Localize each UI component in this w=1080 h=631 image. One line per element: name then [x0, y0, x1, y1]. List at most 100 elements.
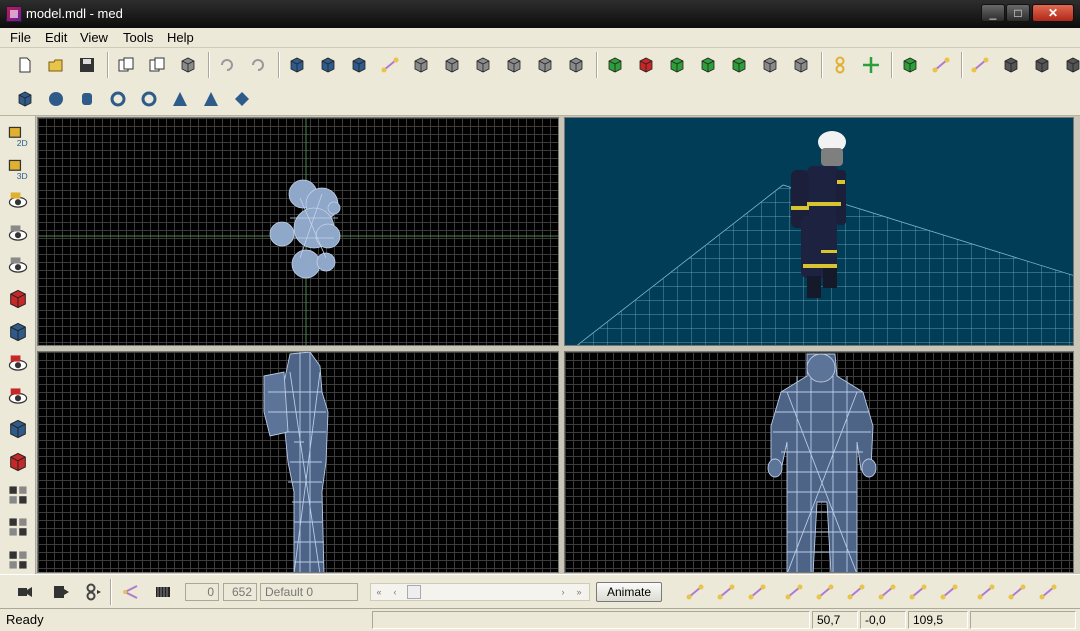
- move-axes-icon[interactable]: [858, 52, 884, 78]
- frame-scrollbar[interactable]: « ‹ › »: [370, 583, 590, 601]
- delete-icon[interactable]: [175, 52, 201, 78]
- grid-quad2-icon[interactable]: [4, 513, 32, 541]
- cube-red-icon[interactable]: [633, 52, 659, 78]
- side-viewport[interactable]: [37, 351, 559, 573]
- close-button[interactable]: ✕: [1032, 4, 1074, 22]
- joint-icon[interactable]: [967, 52, 993, 78]
- diamond-icon[interactable]: [229, 86, 255, 112]
- bone-tool3-icon[interactable]: [744, 579, 770, 605]
- cube-icon[interactable]: [12, 86, 38, 112]
- bone-link-icon[interactable]: [781, 579, 807, 605]
- view-2d-icon[interactable]: 2D: [4, 122, 32, 150]
- redo-icon[interactable]: [245, 52, 271, 78]
- bone-tool2-icon[interactable]: [713, 579, 739, 605]
- grid-quad3-icon[interactable]: [4, 546, 32, 574]
- coord-z: 109,5: [908, 611, 968, 629]
- animate-button[interactable]: Animate: [596, 582, 662, 602]
- film-strip-icon[interactable]: [48, 579, 74, 605]
- camera-play-icon[interactable]: [12, 579, 38, 605]
- rotate-green-icon[interactable]: [695, 52, 721, 78]
- eye-red2-icon[interactable]: [4, 383, 32, 411]
- eight-icon[interactable]: [827, 52, 853, 78]
- rewind-button[interactable]: «: [371, 584, 387, 600]
- select-vertex-icon[interactable]: [315, 52, 341, 78]
- left-toolbar: 2D 3D: [0, 116, 36, 574]
- menu-help[interactable]: Help: [167, 30, 194, 45]
- scale-icon[interactable]: [470, 52, 496, 78]
- torus-icon[interactable]: [105, 86, 131, 112]
- cube-blue-small-icon[interactable]: [4, 415, 32, 443]
- front-viewport[interactable]: [564, 351, 1074, 573]
- menu-view[interactable]: View: [80, 30, 108, 45]
- eye-red-icon[interactable]: [4, 350, 32, 378]
- perspective-viewport[interactable]: [564, 117, 1074, 346]
- menu-edit[interactable]: Edit: [45, 30, 67, 45]
- top-viewport[interactable]: [37, 117, 559, 346]
- paste-icon[interactable]: [144, 52, 170, 78]
- svg-text:3D: 3D: [17, 170, 28, 179]
- select-object-icon[interactable]: [284, 52, 310, 78]
- add-vertex-icon[interactable]: [897, 52, 923, 78]
- cube-gray-icon[interactable]: [757, 52, 783, 78]
- cube-dark-icon[interactable]: [998, 52, 1024, 78]
- new-icon[interactable]: [12, 52, 38, 78]
- cube-dark-icon[interactable]: [1029, 52, 1055, 78]
- bone-link5-icon[interactable]: [1035, 579, 1061, 605]
- move-down-icon[interactable]: [664, 52, 690, 78]
- eye-wire-icon[interactable]: [4, 220, 32, 248]
- pyramid-icon[interactable]: [198, 86, 224, 112]
- eight-icon[interactable]: [80, 579, 106, 605]
- eye-texture-icon[interactable]: [4, 252, 32, 280]
- cube-red-small-icon[interactable]: [4, 448, 32, 476]
- select-face-icon[interactable]: [346, 52, 372, 78]
- bone-link3-icon[interactable]: [843, 579, 869, 605]
- add-bone-icon[interactable]: [928, 52, 954, 78]
- sequence-select[interactable]: Default 0: [260, 583, 358, 601]
- forward-button[interactable]: »: [571, 584, 587, 600]
- main-toolbar: [0, 48, 1080, 82]
- move-up-icon[interactable]: [726, 52, 752, 78]
- next-frame-button[interactable]: ›: [555, 584, 571, 600]
- grid-quad-icon[interactable]: [4, 481, 32, 509]
- prev-frame-button[interactable]: ‹: [387, 584, 403, 600]
- open-icon[interactable]: [43, 52, 69, 78]
- frame-end-field[interactable]: 652: [223, 583, 257, 601]
- bone-tool4-icon[interactable]: [905, 579, 931, 605]
- viewport-area: [36, 116, 1080, 574]
- cube-red-icon[interactable]: [4, 285, 32, 313]
- scroll-thumb[interactable]: [407, 585, 421, 599]
- bone-link4-icon[interactable]: [874, 579, 900, 605]
- undo-icon[interactable]: [214, 52, 240, 78]
- translate-icon[interactable]: [408, 52, 434, 78]
- minimize-button[interactable]: _: [981, 4, 1005, 22]
- bone-tool5-icon[interactable]: [936, 579, 962, 605]
- cube-gray-icon[interactable]: [563, 52, 589, 78]
- frame-start-field[interactable]: 0: [185, 583, 219, 601]
- cube-gray-icon[interactable]: [788, 52, 814, 78]
- bone-tool-icon[interactable]: [682, 579, 708, 605]
- bone-add-icon[interactable]: [973, 579, 999, 605]
- cone-icon[interactable]: [167, 86, 193, 112]
- cube-gray-icon[interactable]: [501, 52, 527, 78]
- cube-dark-icon[interactable]: [1060, 52, 1080, 78]
- select-bone-icon[interactable]: [377, 52, 403, 78]
- menu-file[interactable]: File: [10, 30, 31, 45]
- sphere-icon[interactable]: [43, 86, 69, 112]
- bone-link2-icon[interactable]: [812, 579, 838, 605]
- maximize-button[interactable]: □: [1006, 4, 1030, 22]
- save-icon[interactable]: [74, 52, 100, 78]
- menu-tools[interactable]: Tools: [123, 30, 153, 45]
- bone-link-icon[interactable]: [118, 579, 144, 605]
- view-3d-icon[interactable]: 3D: [4, 155, 32, 183]
- eye-yellow-icon[interactable]: [4, 187, 32, 215]
- copy-icon[interactable]: [113, 52, 139, 78]
- rotate-icon[interactable]: [439, 52, 465, 78]
- torus2-icon[interactable]: [136, 86, 162, 112]
- status-pane-extra: [970, 611, 1076, 629]
- bone-add2-icon[interactable]: [1004, 579, 1030, 605]
- play-icon[interactable]: [602, 52, 628, 78]
- cube-gray-icon[interactable]: [532, 52, 558, 78]
- cube-blue-icon[interactable]: [4, 318, 32, 346]
- film-icon[interactable]: [150, 579, 176, 605]
- cylinder-icon[interactable]: [74, 86, 100, 112]
